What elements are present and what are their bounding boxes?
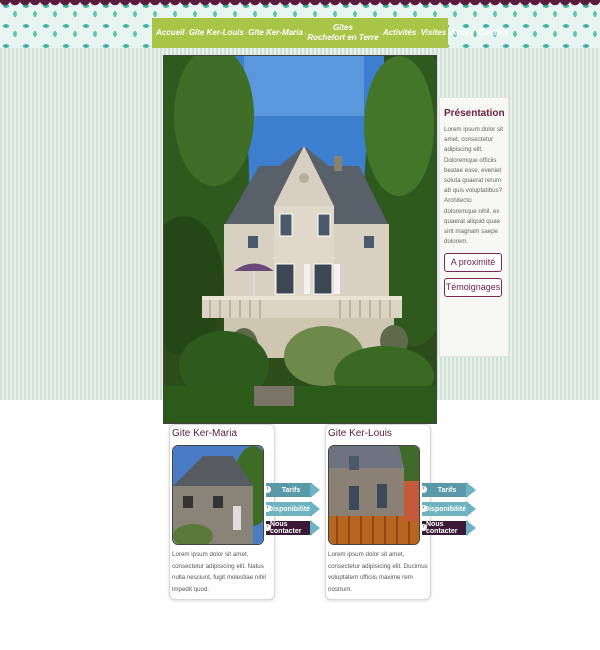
- card-title: Gite Ker-Maria: [172, 428, 238, 439]
- circle-chevron-icon: ›: [264, 486, 271, 493]
- nav-item-activites[interactable]: Activités: [383, 28, 416, 38]
- tab-label: Nous contacter: [266, 521, 312, 535]
- arrow-right-icon: [310, 482, 320, 498]
- nav-separator: ·: [417, 29, 420, 37]
- nous-contacter-tab[interactable]: Nous contacter ›: [264, 520, 322, 536]
- nav-item-gite-ker-louis[interactable]: Gîte Ker-Louis: [189, 28, 244, 38]
- presentation-panel: Présentation Lorem ipsum dolor sit amet,…: [439, 97, 509, 357]
- nav-separator: ·: [475, 29, 478, 37]
- card-title: Gite Ker-Louis: [328, 428, 392, 439]
- card-description: Lorem ipsum dolor sit amet, consectetur …: [172, 551, 266, 593]
- nous-contacter-tab[interactable]: Nous contacter ›: [420, 520, 478, 536]
- arrow-right-icon: [466, 482, 476, 498]
- nav-item-contact[interactable]: Contact: [478, 28, 508, 38]
- gite-illustration: [173, 446, 263, 544]
- nav-item-acces[interactable]: Accès: [450, 28, 474, 38]
- main-navigation: Accueil · Gîte Ker-Louis · Gîte Ker-Mari…: [152, 18, 508, 48]
- disponibilites-tab[interactable]: Disponibilités ›: [420, 501, 478, 517]
- nav-item-gites-rochefort[interactable]: Gîtes Rochefort en Terre: [307, 23, 378, 43]
- panel-title: Présentation: [444, 108, 505, 119]
- nav-separator: ·: [379, 29, 382, 37]
- gite-photo: [328, 445, 420, 545]
- temoignages-button[interactable]: Témoignages: [444, 278, 502, 298]
- nav-item-sublabel: Rochefort en Terre: [307, 33, 379, 42]
- tab-label: Tarifs: [266, 483, 312, 497]
- gite-card-ker-maria: Gite Ker-Maria Lorem ipsum dolor sit ame…: [169, 424, 320, 600]
- tab-label: Tarifs: [422, 483, 468, 497]
- tab-label: Nous contacter: [422, 521, 468, 535]
- tab-label: Disponibilités: [266, 502, 314, 516]
- scalloped-border: [0, 0, 600, 8]
- gite-photo: [172, 445, 264, 545]
- circle-chevron-icon: ›: [420, 505, 427, 512]
- nav-separator: ·: [185, 29, 188, 37]
- house-illustration: [164, 56, 436, 423]
- tab-label: Disponibilités: [422, 502, 470, 516]
- disponibilites-tab[interactable]: Disponibilités ›: [264, 501, 322, 517]
- gite-illustration: [329, 446, 419, 544]
- tarifs-tab[interactable]: Tarifs ›: [264, 482, 322, 498]
- nav-separator: ·: [303, 29, 307, 37]
- arrow-right-icon: [466, 520, 476, 536]
- gite-card-ker-louis: Gite Ker-Louis Lorem ipsum dolor sit ame…: [325, 424, 476, 600]
- tarifs-tab[interactable]: Tarifs ›: [420, 482, 478, 498]
- circle-chevron-icon: ›: [420, 486, 427, 493]
- hero-house-photo: [163, 55, 437, 424]
- nav-item-visites[interactable]: Visites: [421, 28, 447, 38]
- nav-item-gite-ker-maria[interactable]: Gîte Ker-Maria: [248, 28, 303, 38]
- circle-chevron-icon: ›: [264, 505, 271, 512]
- card-description: Lorem ipsum dolor sit amet, consectetur …: [328, 551, 428, 593]
- arrow-right-icon: [466, 501, 476, 517]
- nav-separator: ·: [244, 29, 248, 37]
- panel-description: Lorem ipsum dolor sit amet, consectetur …: [444, 126, 504, 246]
- nav-item-label: Gîtes: [332, 23, 353, 32]
- circle-chevron-icon: ›: [264, 524, 271, 531]
- circle-chevron-icon: ›: [420, 524, 427, 531]
- a-proximite-button[interactable]: A proximité: [444, 253, 502, 273]
- arrow-right-icon: [310, 520, 320, 536]
- nav-item-accueil[interactable]: Accueil: [156, 28, 184, 38]
- arrow-right-icon: [310, 501, 320, 517]
